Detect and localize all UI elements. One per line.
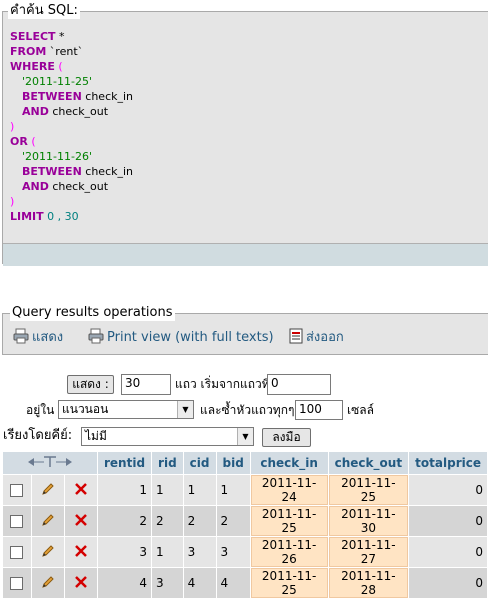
edit-pencil-icon[interactable] (31, 537, 64, 567)
row-checkbox[interactable] (3, 475, 31, 505)
sql-line: AND check_out (22, 105, 109, 118)
cell-check-out: 2011-11-25 (328, 475, 409, 505)
sql-line: BETWEEN check_in (22, 165, 134, 178)
cell-bid: 2 (216, 506, 250, 536)
print-label: แสดง (32, 330, 64, 345)
cell-rid: 1 (152, 537, 183, 567)
sql-line: '2011-11-25' (22, 75, 92, 88)
cell-check-in: 2011-11-26 (250, 537, 328, 567)
cell-bid: 1 (216, 475, 250, 505)
cell-cid: 3 (183, 537, 216, 567)
results-table: rentid rid cid bid check_in check_out to… (2, 451, 488, 599)
sql-code: SELECT * FROM `rent` WHERE ( '2011-11-25… (10, 29, 488, 244)
cell-check-in: 2011-11-25 (250, 506, 328, 536)
sort-by-key-label: เรียงโดยคีย์: (3, 428, 73, 443)
cell-totalprice: 0 (409, 506, 487, 536)
query-results-operations: Query results operations แสดง Print view… (2, 305, 488, 355)
delete-x-icon[interactable] (64, 506, 97, 536)
cell-rentid: 2 (98, 506, 152, 536)
checkbox[interactable] (10, 484, 24, 497)
cell-totalprice: 0 (409, 537, 487, 567)
checkbox[interactable] (10, 546, 24, 559)
column-header-bid[interactable]: bid (216, 452, 250, 474)
export-link[interactable]: ส่งออก (289, 328, 344, 349)
sort-arrows-header[interactable] (3, 452, 97, 474)
display-mode-select[interactable]: แนวนอน ▼ (58, 400, 194, 419)
export-label: ส่งออก (306, 330, 344, 345)
cell-check-out: 2011-11-30 (328, 506, 409, 536)
mode-label: อยู่ใน (26, 403, 55, 417)
sql-line: ) (10, 195, 15, 208)
cell-rentid: 1 (98, 475, 152, 505)
sort-arrows-icon (26, 455, 74, 472)
show-button[interactable]: แสดง : (67, 375, 114, 394)
sql-line: FROM `rent` (10, 45, 84, 58)
column-header-check-out[interactable]: check_out (328, 452, 409, 474)
go-button[interactable]: ลงมือ (262, 428, 311, 447)
sql-line: OR ( (10, 135, 36, 148)
row-checkbox[interactable] (3, 537, 31, 567)
delete-x-icon[interactable] (64, 537, 97, 567)
edit-pencil-icon[interactable] (31, 506, 64, 536)
sql-line: '2011-11-26' (22, 150, 92, 163)
repeat-headers-label: และซ้ำหัวแถวทุกๆ (200, 403, 295, 417)
sql-query-legend: คำค้น SQL: (8, 3, 80, 19)
print-link[interactable]: แสดง (13, 328, 63, 349)
cell-check-out: 2011-11-27 (328, 537, 409, 567)
table-row: 2 2 2 2 2011-11-25 2011-11-30 0 (3, 506, 487, 536)
cell-bid: 3 (216, 537, 250, 567)
export-icon (289, 328, 303, 349)
sql-line: WHERE ( (10, 60, 63, 73)
rows-count-input[interactable]: 30 (121, 374, 171, 395)
sql-line: BETWEEN check_in (22, 90, 134, 103)
cell-rentid: 3 (98, 537, 152, 567)
checkbox[interactable] (10, 577, 24, 590)
sort-key-value: ไม่มี (85, 429, 107, 443)
cell-check-in: 2011-11-24 (250, 475, 328, 505)
start-row-input[interactable]: 0 (267, 374, 331, 395)
column-header-cid[interactable]: cid (183, 452, 216, 474)
sql-line: SELECT * (10, 30, 65, 43)
operations-legend: Query results operations (10, 305, 175, 321)
edit-pencil-icon[interactable] (31, 475, 64, 505)
column-header-totalprice[interactable]: totalprice (409, 452, 487, 474)
sql-tools-bar (3, 243, 488, 266)
print-icon (13, 328, 29, 349)
column-header-rid[interactable]: rid (152, 452, 183, 474)
cell-rid: 2 (152, 506, 183, 536)
table-row: 1 1 1 1 2011-11-24 2011-11-25 0 (3, 475, 487, 505)
table-header-row: rentid rid cid bid check_in check_out to… (3, 452, 487, 474)
checkbox[interactable] (10, 515, 24, 528)
sql-line: LIMIT 0 , 30 (10, 210, 79, 223)
cell-cid: 2 (183, 506, 216, 536)
cell-cid: 1 (183, 475, 216, 505)
delete-x-icon[interactable] (64, 475, 97, 505)
sql-line: ) (10, 120, 15, 133)
repeat-headers-input[interactable]: 100 (295, 400, 343, 420)
chevron-down-icon: ▼ (237, 428, 253, 445)
chevron-down-icon: ▼ (177, 401, 193, 418)
cell-rid: 1 (152, 475, 183, 505)
print-view-label: Print view (with full texts) (107, 330, 274, 345)
print-view-icon (88, 328, 104, 349)
table-row: 3 1 3 3 2011-11-26 2011-11-27 0 (3, 537, 487, 567)
row-checkbox[interactable] (3, 506, 31, 536)
sort-key-select[interactable]: ไม่มี ▼ (81, 427, 254, 446)
cell-totalprice: 0 (409, 475, 487, 505)
sql-line: AND check_out (22, 180, 109, 193)
column-header-rentid[interactable]: rentid (98, 452, 152, 474)
rows-from-label: แถว เริ่มจากแถวที่ (175, 377, 270, 391)
sql-query-box: คำค้น SQL: SELECT * FROM `rent` WHERE ( … (2, 3, 488, 266)
display-mode-value: แนวนอน (62, 402, 109, 416)
cells-label: เซลล์ (347, 403, 374, 417)
column-header-check-in[interactable]: check_in (250, 452, 328, 474)
print-view-link[interactable]: Print view (with full texts) (88, 328, 274, 349)
